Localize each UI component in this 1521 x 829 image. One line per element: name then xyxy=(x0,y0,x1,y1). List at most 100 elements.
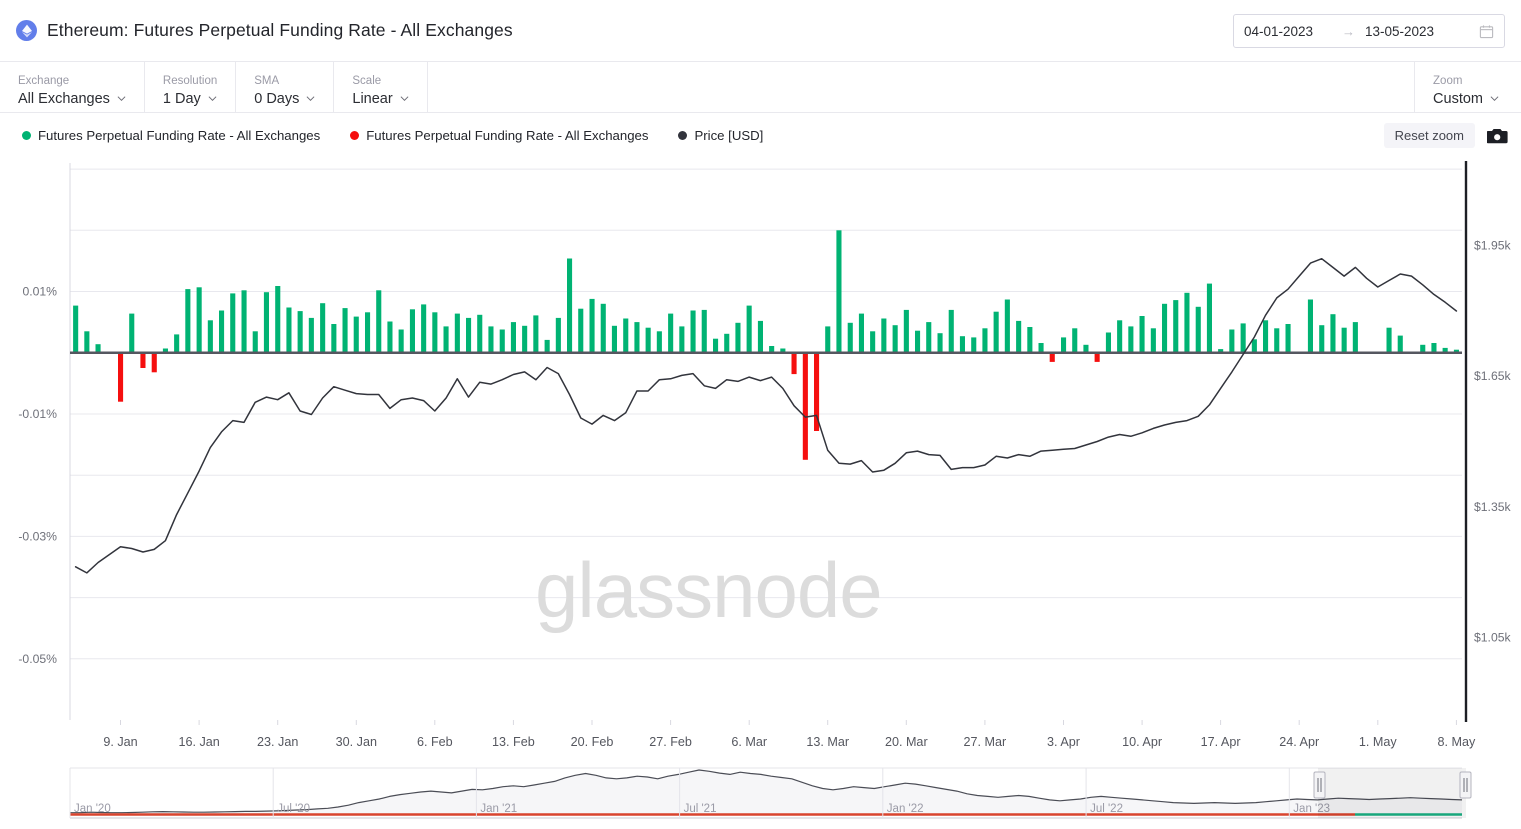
chart-bar[interactable] xyxy=(1207,284,1212,353)
chart-bar[interactable] xyxy=(634,322,639,353)
chart-navigator[interactable]: Jan '20Jul '20Jan '21Jul '21Jan '22Jul '… xyxy=(0,760,1521,829)
chart-bar[interactable] xyxy=(253,331,258,352)
reset-zoom-button[interactable]: Reset zoom xyxy=(1384,123,1475,148)
chart-bar[interactable] xyxy=(870,331,875,352)
chart-bar[interactable] xyxy=(399,330,404,353)
navigator-svg[interactable]: Jan '20Jul '20Jan '21Jul '21Jan '22Jul '… xyxy=(0,760,1521,829)
chart-bar[interactable] xyxy=(949,310,954,353)
chart-bar[interactable] xyxy=(926,322,931,353)
chart-bar[interactable] xyxy=(545,340,550,353)
chart-bar[interactable] xyxy=(208,320,213,352)
chart-bar[interactable] xyxy=(724,334,729,353)
chart-bar[interactable] xyxy=(623,319,628,353)
chart-bar[interactable] xyxy=(702,310,707,353)
chart-bar[interactable] xyxy=(1308,300,1313,353)
control-sma[interactable]: SMA 0 Days xyxy=(236,62,334,113)
control-exchange-value[interactable]: All Exchanges xyxy=(18,89,126,109)
chart-bar[interactable] xyxy=(982,328,987,353)
chart-bar[interactable] xyxy=(376,290,381,352)
chart-bar[interactable] xyxy=(331,324,336,353)
chart-bar[interactable] xyxy=(1241,323,1246,352)
chart-bar[interactable] xyxy=(1050,353,1055,362)
chart-bar[interactable] xyxy=(1330,314,1335,353)
chart-bar[interactable] xyxy=(612,326,617,353)
price-line[interactable] xyxy=(76,259,1457,573)
chart-bar[interactable] xyxy=(1353,322,1358,353)
chart-bar[interactable] xyxy=(1106,333,1111,353)
chart-bar[interactable] xyxy=(185,289,190,353)
chart-bar[interactable] xyxy=(1072,328,1077,353)
chart-bar[interactable] xyxy=(1196,307,1201,353)
chart-bar[interactable] xyxy=(1061,337,1066,352)
chart-bar[interactable] xyxy=(477,315,482,353)
chart-bar[interactable] xyxy=(152,353,157,373)
chart-bar[interactable] xyxy=(747,306,752,353)
control-zoom-value[interactable]: Custom xyxy=(1433,89,1499,109)
chart-bar[interactable] xyxy=(668,314,673,353)
chart-bar[interactable] xyxy=(1005,300,1010,353)
chart-bar[interactable] xyxy=(174,334,179,352)
chart-bar[interactable] xyxy=(679,326,684,352)
chart-bar[interactable] xyxy=(1162,304,1167,353)
chart-bar[interactable] xyxy=(803,353,808,460)
chart-bar[interactable] xyxy=(275,286,280,353)
chart-bar[interactable] xyxy=(758,321,763,353)
chart-bar[interactable] xyxy=(320,303,325,353)
chart-bar[interactable] xyxy=(488,326,493,352)
chart-bar[interactable] xyxy=(1387,328,1392,353)
chart-bar[interactable] xyxy=(140,353,145,368)
chart-bar[interactable] xyxy=(601,304,606,353)
chart-bar[interactable] xyxy=(1039,343,1044,353)
chart-bar[interactable] xyxy=(1173,300,1178,353)
chart-bar[interactable] xyxy=(365,312,370,352)
date-range-end[interactable]: 13-05-2023 xyxy=(1365,24,1457,39)
camera-icon[interactable] xyxy=(1487,127,1509,145)
chart-bar[interactable] xyxy=(971,337,976,352)
chart-bar[interactable] xyxy=(1274,328,1279,353)
chart-bar[interactable] xyxy=(1184,293,1189,353)
chart-bar[interactable] xyxy=(792,353,797,374)
chart-bar[interactable] xyxy=(264,292,269,353)
chart-bar[interactable] xyxy=(1229,330,1234,353)
chart-bar[interactable] xyxy=(960,336,965,353)
chart-bar[interactable] xyxy=(410,309,415,353)
chart-bar[interactable] xyxy=(859,314,864,353)
chart-bar[interactable] xyxy=(230,293,235,352)
chart-bar[interactable] xyxy=(567,259,572,353)
control-resolution-value[interactable]: 1 Day xyxy=(163,89,217,109)
chart-bar[interactable] xyxy=(556,318,561,353)
chart-bar[interactable] xyxy=(893,325,898,353)
control-sma-value[interactable]: 0 Days xyxy=(254,89,315,109)
chart-bar[interactable] xyxy=(1016,321,1021,353)
chart-bar[interactable] xyxy=(197,287,202,353)
chart-bar[interactable] xyxy=(735,323,740,353)
control-scale-value[interactable]: Linear xyxy=(352,89,408,109)
chart-bar[interactable] xyxy=(444,326,449,352)
chart-bar[interactable] xyxy=(298,311,303,353)
chart-bar[interactable] xyxy=(848,323,853,353)
control-resolution[interactable]: Resolution 1 Day xyxy=(145,62,236,113)
chart-bar[interactable] xyxy=(84,331,89,352)
chart-bar[interactable] xyxy=(421,304,426,352)
chart-bar[interactable] xyxy=(1252,339,1257,353)
legend-item-price[interactable]: Price [USD] xyxy=(678,128,763,143)
chart-bar[interactable] xyxy=(73,306,78,353)
navigator-right-handle[interactable] xyxy=(1460,772,1471,798)
chart-bar[interactable] xyxy=(1117,320,1122,352)
chart-bar[interactable] xyxy=(713,339,718,353)
legend-item-funding-negative[interactable]: Futures Perpetual Funding Rate - All Exc… xyxy=(350,128,648,143)
chart-bar[interactable] xyxy=(129,314,134,353)
chart-bar[interactable] xyxy=(466,318,471,353)
chart-bar[interactable] xyxy=(1128,326,1133,352)
control-scale[interactable]: Scale Linear xyxy=(334,62,427,113)
chart-bar[interactable] xyxy=(219,311,224,353)
chart-bar[interactable] xyxy=(691,311,696,353)
chart-bar[interactable] xyxy=(286,308,291,353)
chart-bar[interactable] xyxy=(938,333,943,353)
chart-bar[interactable] xyxy=(646,328,651,353)
chart-bar[interactable] xyxy=(836,230,841,352)
date-range-picker[interactable]: 04-01-2023 → 13-05-2023 xyxy=(1233,14,1505,48)
chart-bar[interactable] xyxy=(343,308,348,353)
chart-bar[interactable] xyxy=(657,331,662,352)
date-range-start[interactable]: 04-01-2023 xyxy=(1244,24,1336,39)
